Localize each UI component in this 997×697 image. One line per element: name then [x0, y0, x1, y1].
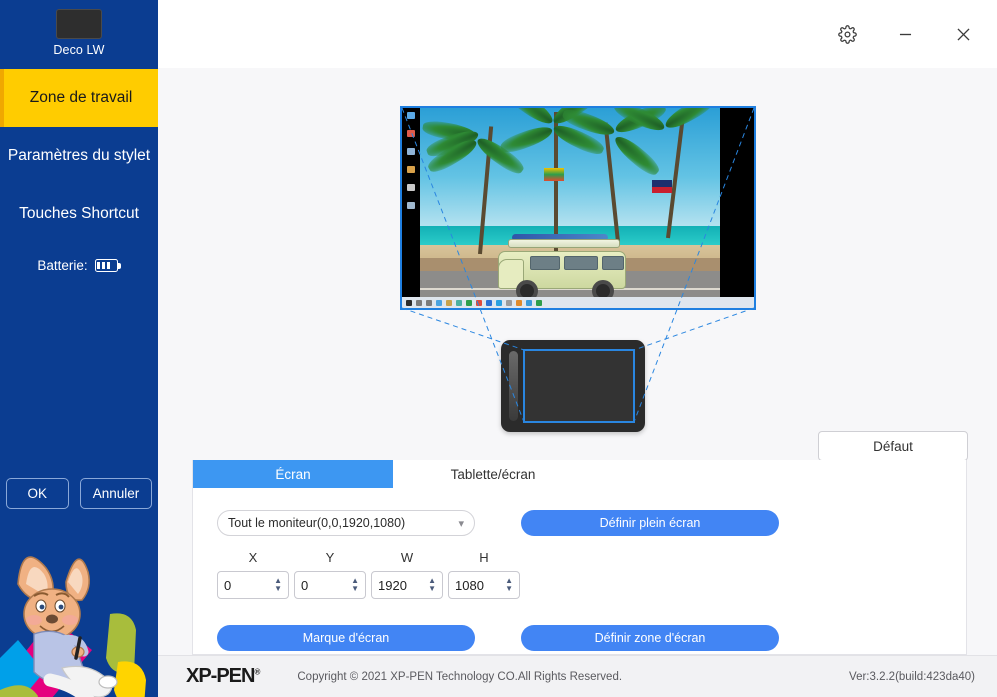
cancel-button[interactable]: Annuler [79, 478, 153, 509]
main-content: Défaut Écran Tablette/écran Tout le moni… [158, 68, 997, 655]
field-h-value: 1080 [455, 577, 484, 593]
monitor-preview[interactable] [400, 106, 756, 310]
desktop-icons [404, 112, 418, 220]
wallpaper-scene [420, 108, 720, 308]
field-y-label: Y [325, 550, 335, 565]
field-h-label: H [479, 550, 489, 565]
sidebar-item-parametres-du-stylet[interactable]: Paramètres du stylet [0, 127, 158, 185]
device-block: Deco LW [0, 0, 158, 68]
tab-bar: Écran Tablette/écran [193, 460, 966, 488]
taskbar [402, 297, 754, 308]
field-w: W 1920 ▲ ▼ [371, 550, 443, 599]
field-w-input[interactable]: 1920 ▲ ▼ [371, 571, 443, 599]
battery-three-bars-icon [94, 259, 121, 272]
brand-mark: ® [254, 667, 260, 677]
field-y: Y 0 ▲ ▼ [294, 550, 366, 599]
field-x-label: X [248, 550, 258, 565]
tab-label: Écran [275, 466, 311, 482]
default-button[interactable]: Défaut [818, 431, 968, 461]
field-y-value: 0 [301, 577, 309, 593]
stepper-w[interactable]: ▲ ▼ [428, 577, 436, 593]
monitor-select-value: Tout le moniteur(0,0,1920,1080) [228, 516, 406, 530]
screen-settings-panel: Écran Tablette/écran Tout le moniteur(0,… [192, 460, 967, 655]
tab-label: Tablette/écran [450, 466, 536, 482]
sidebar-item-touches-shortcut[interactable]: Touches Shortcut [0, 185, 158, 243]
stepper-h[interactable]: ▲ ▼ [505, 577, 513, 593]
stepper-x[interactable]: ▲ ▼ [274, 577, 282, 593]
tablet-thumbnail-icon [56, 9, 102, 39]
field-w-value: 1920 [378, 577, 407, 593]
field-w-label: W [400, 550, 414, 565]
battery-status: Batterie: [0, 258, 158, 273]
version-text: Ver:3.2.2(build:423da40) [849, 670, 975, 683]
footer: XP-PEN® Copyright © 2021 XP-PEN Technolo… [158, 655, 997, 697]
device-name: Deco LW [53, 43, 105, 57]
sidebar-item-label: Zone de travail [29, 89, 133, 106]
screen-mark-button[interactable]: Marque d'écran [217, 625, 475, 651]
tab-tablette-ecran[interactable]: Tablette/écran [393, 460, 593, 488]
brand-text: XP-PEN [186, 665, 255, 687]
xp-pen-logo: XP-PEN® [186, 665, 260, 688]
sidebar-item-zone-de-travail[interactable]: Zone de travail [0, 69, 158, 127]
stepper-y[interactable]: ▲ ▼ [351, 577, 359, 593]
monitor-select[interactable]: Tout le moniteur(0,0,1920,1080) ▾ [217, 510, 475, 536]
tablet-active-area[interactable] [523, 349, 635, 423]
sidebar-item-label: Touches Shortcut [19, 205, 139, 222]
tab-ecran[interactable]: Écran [193, 460, 393, 488]
minimize-icon[interactable] [889, 18, 921, 50]
close-icon[interactable] [947, 18, 979, 50]
tablet-device[interactable] [501, 340, 645, 432]
chevron-down-icon: ▾ [458, 517, 464, 530]
sidebar: Deco LW Zone de travail Paramètres du st… [0, 0, 158, 697]
field-y-input[interactable]: 0 ▲ ▼ [294, 571, 366, 599]
sidebar-actions: OK Annuler [0, 478, 158, 509]
tablet-touch-strip [509, 351, 518, 421]
ok-button[interactable]: OK [5, 478, 69, 509]
field-x-input[interactable]: 0 ▲ ▼ [217, 571, 289, 599]
set-screen-area-button[interactable]: Définir zone d'écran [521, 625, 779, 651]
battery-label: Batterie: [37, 258, 88, 273]
field-x-value: 0 [224, 577, 232, 593]
app-window: Deco LW Zone de travail Paramètres du st… [0, 0, 997, 697]
copyright-text: Copyright © 2021 XP-PEN Technology CO.Al… [297, 670, 623, 683]
field-x: X 0 ▲ ▼ [217, 550, 289, 599]
set-fullscreen-button[interactable]: Définir plein écran [521, 510, 779, 536]
sidebar-item-label: Paramètres du stylet [7, 147, 151, 164]
fennec-fox-mascot-icon [0, 522, 158, 697]
field-h-input[interactable]: 1080 ▲ ▼ [448, 571, 520, 599]
gear-icon[interactable] [831, 18, 863, 50]
field-h: H 1080 ▲ ▼ [448, 550, 520, 599]
title-bar [158, 0, 997, 68]
